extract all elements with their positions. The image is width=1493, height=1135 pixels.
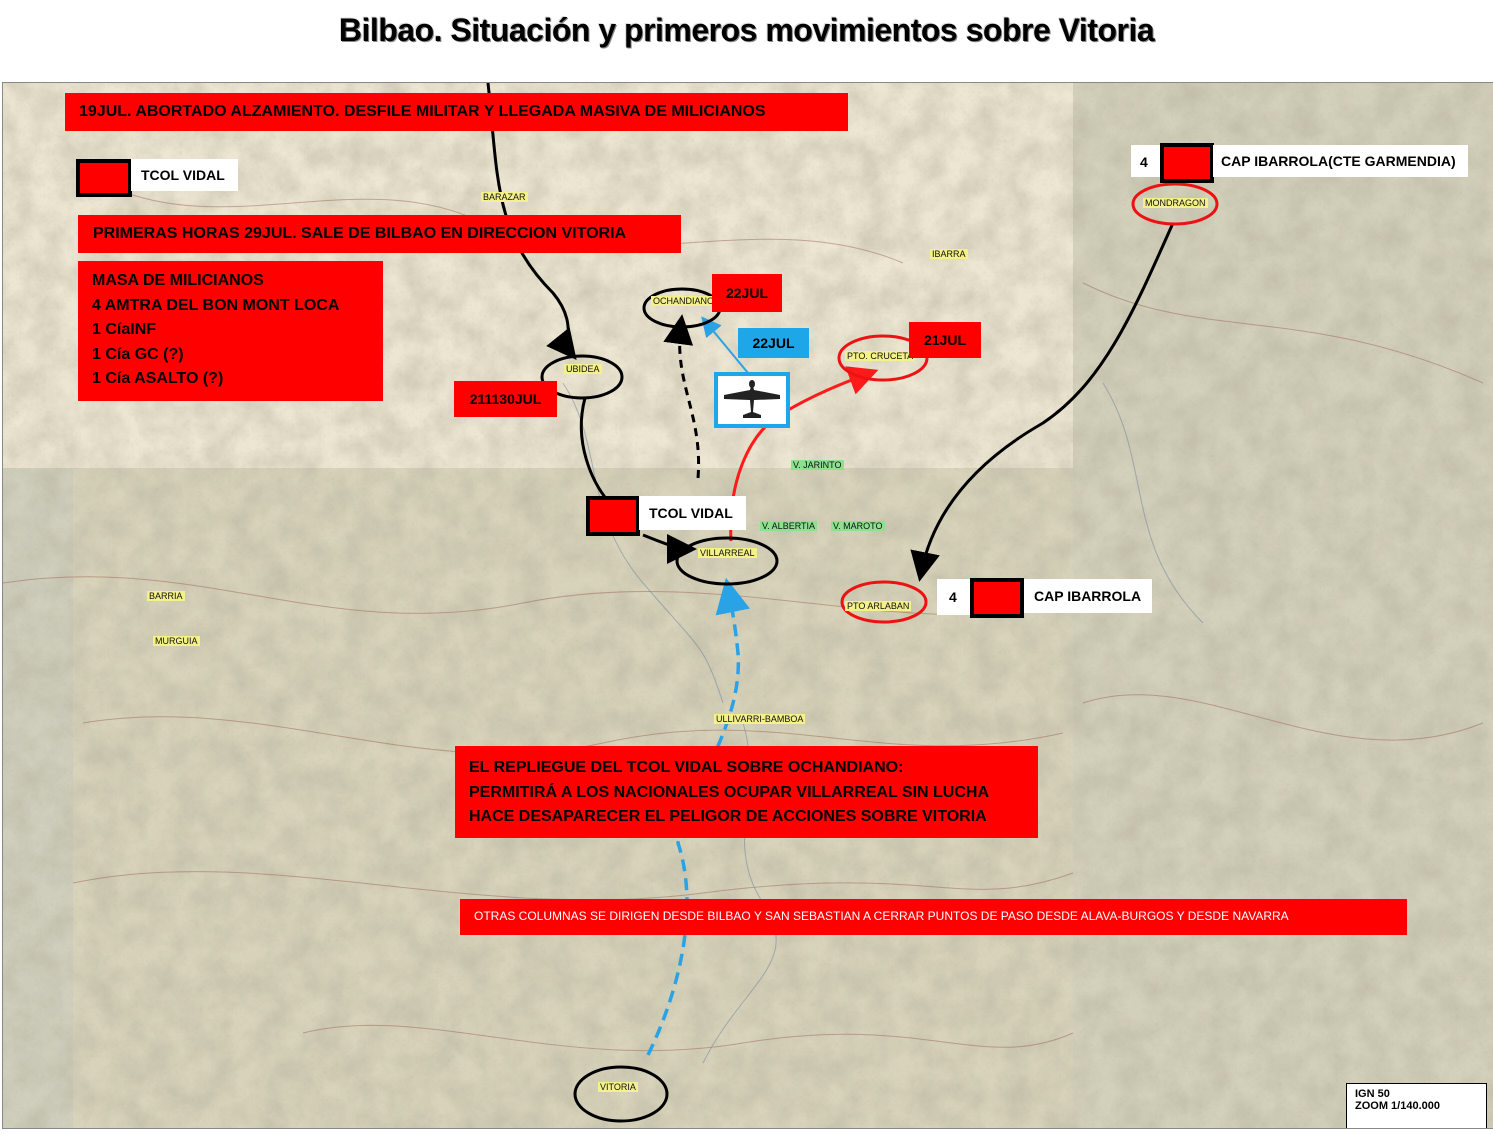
place-ullivarri: ULLIVARRI-BAMBOA [714, 714, 806, 724]
place-barria: BARRIA [147, 591, 185, 601]
unit-label-vidal-legend: TCOL VIDAL [131, 159, 238, 191]
unit-label-ibarrola-bottom: CAP IBARROLA [1024, 579, 1152, 613]
banner-otras-columnas: OTRAS COLUMNAS SE DIRIGEN DESDE BILBAO Y… [460, 899, 1407, 935]
unit-label-vidal-map: TCOL VIDAL [639, 496, 746, 530]
date-ochandiano: 22JUL [712, 274, 782, 312]
place-arlaban: PTO ARLABAN [845, 601, 912, 611]
repliegue-line-2: PERMITIRÁ A LOS NACIONALES OCUPAR VILLAR… [469, 783, 990, 801]
unit-symbol-ibarrola-bottom [970, 578, 1024, 618]
scale-line-2: ZOOM 1/140.000 [1355, 1100, 1440, 1112]
forces-line-3: 1 CíaINF [92, 321, 157, 338]
place-albertia: V. ALBERTIA [760, 521, 818, 531]
place-ochandiano: OCHANDIANO [651, 296, 717, 306]
page-title: Bilbao. Situación y primeros movimientos… [338, 12, 1155, 48]
place-crucetal: PTO. CRUCETA [845, 351, 916, 361]
place-barazar: BARAZAR [481, 192, 528, 202]
repliegue-line-3: HACE DESAPARECER EL PELIGOR DE ACCIONES … [469, 808, 987, 825]
date-crucetal: 21JUL [909, 322, 981, 358]
banner-jul19: 19JUL. ABORTADO ALZAMIENTO. DESFILE MILI… [65, 93, 848, 131]
banner-forces: MASA DE MILICIANOS 4 AMTRA DEL BON MONT … [78, 261, 383, 401]
place-murguia: MURGUIA [153, 636, 200, 646]
place-mondragon: MONDRAGON [1143, 198, 1208, 208]
forces-line-5: 1 Cía ASALTO (?) [92, 370, 224, 387]
banner-repliegue: EL REPLIEGUE DEL TCOL VIDAL SOBRE OCHAND… [455, 746, 1038, 838]
unit-symbol-vidal-legend [76, 159, 132, 197]
unit-symbol-vidal-map [586, 496, 640, 536]
date-aircraft: 22JUL [738, 328, 809, 358]
unit-symbol-ibarrola-top [1160, 143, 1214, 183]
place-jarinto: V. JARINTO [791, 460, 844, 470]
place-villarreal: VILLARREAL [698, 548, 757, 558]
banner-jul29: PRIMERAS HORAS 29JUL. SALE DE BILBAO EN … [78, 215, 681, 253]
aircraft-icon [714, 372, 790, 428]
forces-line-1: MASA DE MILICIANOS [92, 272, 264, 289]
forces-line-4: 1 Cía GC (?) [92, 345, 184, 363]
unit-count-ibarrola-bottom: 4 [937, 579, 971, 615]
place-ubidea: UBIDEA [564, 364, 602, 374]
repliegue-line-1: EL REPLIEGUE DEL TCOL VIDAL SOBRE OCHAND… [469, 759, 904, 776]
scale-line-1: IGN 50 [1355, 1088, 1390, 1100]
place-ibarra: IBARRA [930, 249, 968, 259]
forces-line-2: 4 AMTRA DEL BON MONT LOCA [92, 296, 340, 314]
place-vitoria: VITORIA [598, 1082, 638, 1092]
place-maroto: V. MAROTO [831, 521, 885, 531]
unit-count-ibarrola-top: 4 [1131, 145, 1161, 177]
map[interactable]: BARAZAR IBARRA MONDRAGON OCHANDIANO UBID… [2, 82, 1493, 1129]
date-ubidea: 211130JUL [454, 381, 557, 417]
unit-label-ibarrola-top: CAP IBARROLA(CTE GARMENDIA) [1213, 145, 1468, 177]
scale-box: IGN 50 ZOOM 1/140.000 [1346, 1083, 1487, 1128]
